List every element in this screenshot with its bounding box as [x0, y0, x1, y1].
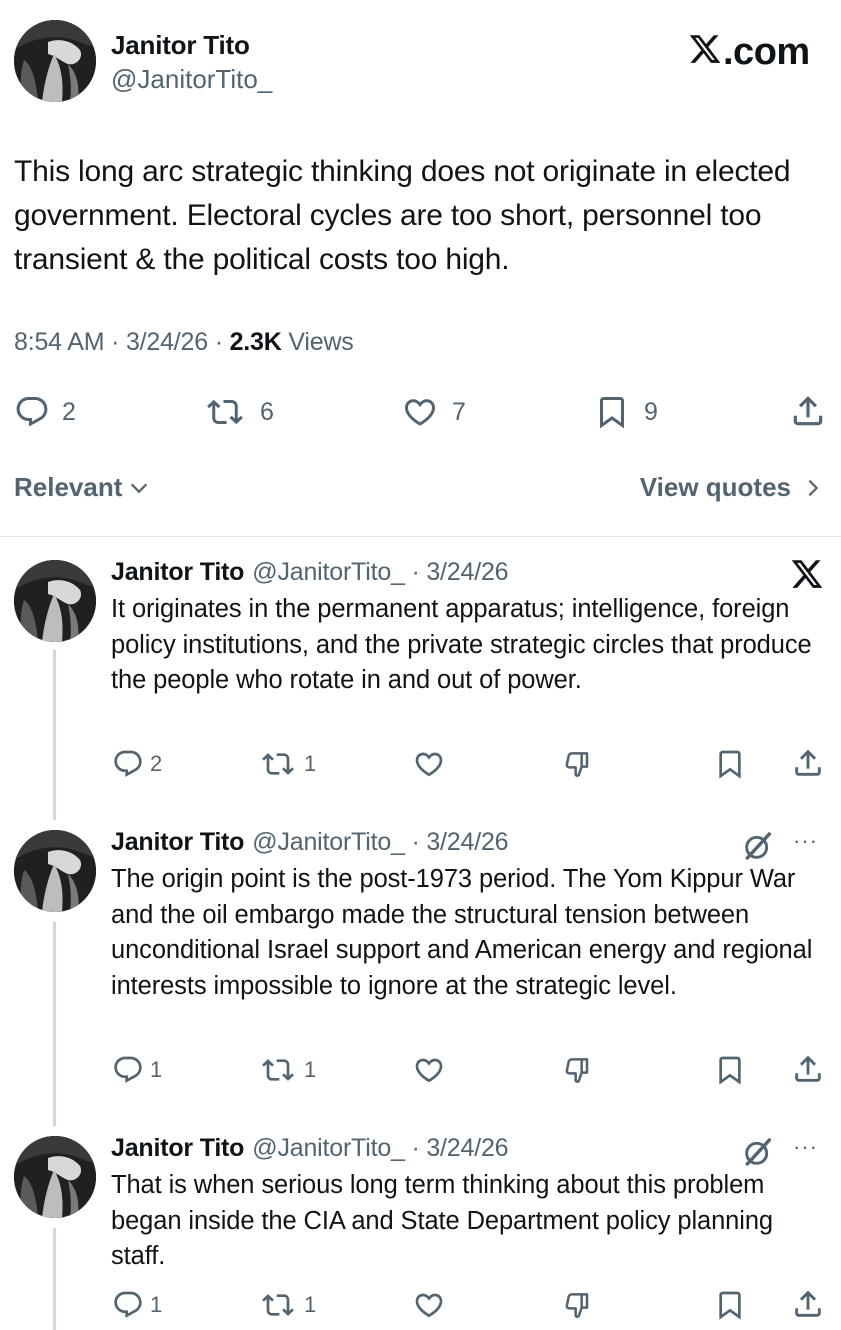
thread-line [53, 922, 56, 1126]
bookmark-icon [592, 394, 632, 430]
x-logo-icon[interactable] [790, 557, 824, 591]
share-button[interactable] [791, 1287, 825, 1321]
sort-dropdown[interactable]: Relevant [14, 472, 150, 503]
reply-count: 1 [150, 1292, 163, 1317]
reply-count: 2 [62, 397, 76, 426]
author-handle-date[interactable]: @JanitorTito_ · 3/24/26 [252, 558, 508, 586]
bookmark-button[interactable] [713, 748, 747, 780]
reply-button[interactable]: 1 [112, 1054, 162, 1086]
x-com-brand: .com [688, 30, 810, 74]
like-button[interactable] [412, 748, 446, 780]
thread-line [53, 650, 56, 820]
repost-count: 1 [304, 1057, 317, 1082]
like-button[interactable] [412, 1054, 446, 1086]
author-handle-date[interactable]: @JanitorTito_ · 3/24/26 [252, 828, 508, 856]
grok-icon[interactable] [742, 1136, 774, 1168]
share-button[interactable] [791, 746, 825, 780]
bookmark-icon [713, 1054, 747, 1086]
author-name[interactable]: Janitor Tito [111, 1134, 244, 1162]
thumbs-down-icon [562, 1289, 596, 1321]
author-name[interactable]: Janitor Tito [111, 558, 244, 586]
author-name[interactable]: Janitor Tito [111, 828, 244, 856]
repost-button[interactable]: 1 [258, 748, 316, 780]
repost-count: 1 [304, 1292, 317, 1317]
repost-count: 6 [260, 397, 274, 426]
dislike-button[interactable] [562, 1289, 596, 1321]
like-button[interactable] [412, 1289, 446, 1321]
reply-header: Janitor Tito @JanitorTito_ · 3/24/26 [111, 828, 509, 857]
share-icon [791, 746, 825, 780]
bookmark-button[interactable] [713, 1054, 747, 1086]
reply-button[interactable]: 2 [14, 394, 76, 430]
view-quotes-label: View quotes [639, 472, 791, 502]
tweet-time[interactable]: 8:54 AM [14, 328, 105, 356]
tweet-date[interactable]: 3/24/26 [126, 328, 208, 356]
repost-icon [258, 748, 298, 780]
chevron-down-icon [131, 483, 148, 493]
more-options-button[interactable]: ··· [793, 1134, 818, 1160]
repost-button[interactable]: 1 [258, 1054, 316, 1086]
bookmark-button[interactable] [713, 1289, 747, 1321]
author-handle[interactable]: @JanitorTito_ [111, 64, 272, 95]
grok-icon[interactable] [742, 830, 774, 862]
bookmark-icon [713, 748, 747, 780]
bookmark-count: 9 [644, 397, 658, 426]
like-button[interactable]: 7 [400, 394, 466, 430]
repost-icon [258, 1289, 298, 1321]
reply-button[interactable]: 2 [112, 748, 162, 780]
heart-icon [412, 1054, 446, 1086]
share-button[interactable] [791, 1052, 825, 1086]
share-icon [791, 1052, 825, 1086]
divider [0, 536, 841, 537]
author-name[interactable]: Janitor Tito [111, 30, 250, 61]
repost-button[interactable]: 1 [258, 1289, 316, 1321]
share-icon [791, 1287, 825, 1321]
avatar[interactable] [14, 20, 96, 102]
reply-count: 2 [150, 751, 163, 776]
thread-line [53, 1228, 56, 1330]
tweet-meta: 8:54 AM · 3/24/26 · 2.3K Views [14, 328, 354, 356]
bookmark-icon [713, 1289, 747, 1321]
repost-icon [202, 394, 248, 430]
heart-icon [412, 1289, 446, 1321]
reply-text: The origin point is the post-1973 period… [111, 865, 813, 1000]
repost-icon [258, 1054, 298, 1086]
brand-domain: .com [723, 31, 810, 73]
reply-text: That is when serious long term thinking … [111, 1171, 773, 1270]
thumbs-down-icon [562, 748, 596, 780]
reply-button[interactable]: 1 [112, 1289, 162, 1321]
sort-label: Relevant [14, 472, 123, 502]
views-label: Views [288, 328, 354, 356]
tweet-text: This long arc strategic thinking does no… [14, 155, 791, 276]
view-quotes-link[interactable]: View quotes [640, 472, 821, 503]
like-count: 7 [452, 397, 466, 426]
reply-header: Janitor Tito @JanitorTito_ · 3/24/26 [111, 558, 509, 587]
avatar[interactable] [14, 1136, 96, 1218]
dislike-button[interactable] [562, 748, 596, 780]
bookmark-button[interactable]: 9 [592, 394, 658, 430]
more-options-button[interactable]: ··· [793, 828, 818, 854]
reply-header: Janitor Tito @JanitorTito_ · 3/24/26 [111, 1134, 509, 1163]
avatar[interactable] [14, 830, 96, 912]
heart-icon [412, 748, 446, 780]
author-handle-date[interactable]: @JanitorTito_ · 3/24/26 [252, 1134, 508, 1162]
share-icon [789, 392, 827, 430]
dislike-button[interactable] [562, 1054, 596, 1086]
repost-count: 1 [304, 751, 317, 776]
heart-icon [400, 394, 440, 430]
reply-icon [112, 1054, 144, 1086]
reply-count: 1 [150, 1057, 163, 1082]
reply-icon [14, 394, 50, 430]
repost-button[interactable]: 6 [202, 394, 274, 430]
reply-text: It originates in the permanent apparatus… [111, 595, 812, 694]
share-button[interactable] [789, 392, 827, 430]
chevron-right-icon [808, 479, 819, 496]
x-logo-icon [688, 32, 722, 66]
reply-icon [112, 1289, 144, 1321]
avatar[interactable] [14, 560, 96, 642]
thumbs-down-icon [562, 1054, 596, 1086]
views-count: 2.3K [229, 328, 282, 356]
reply-icon [112, 748, 144, 780]
